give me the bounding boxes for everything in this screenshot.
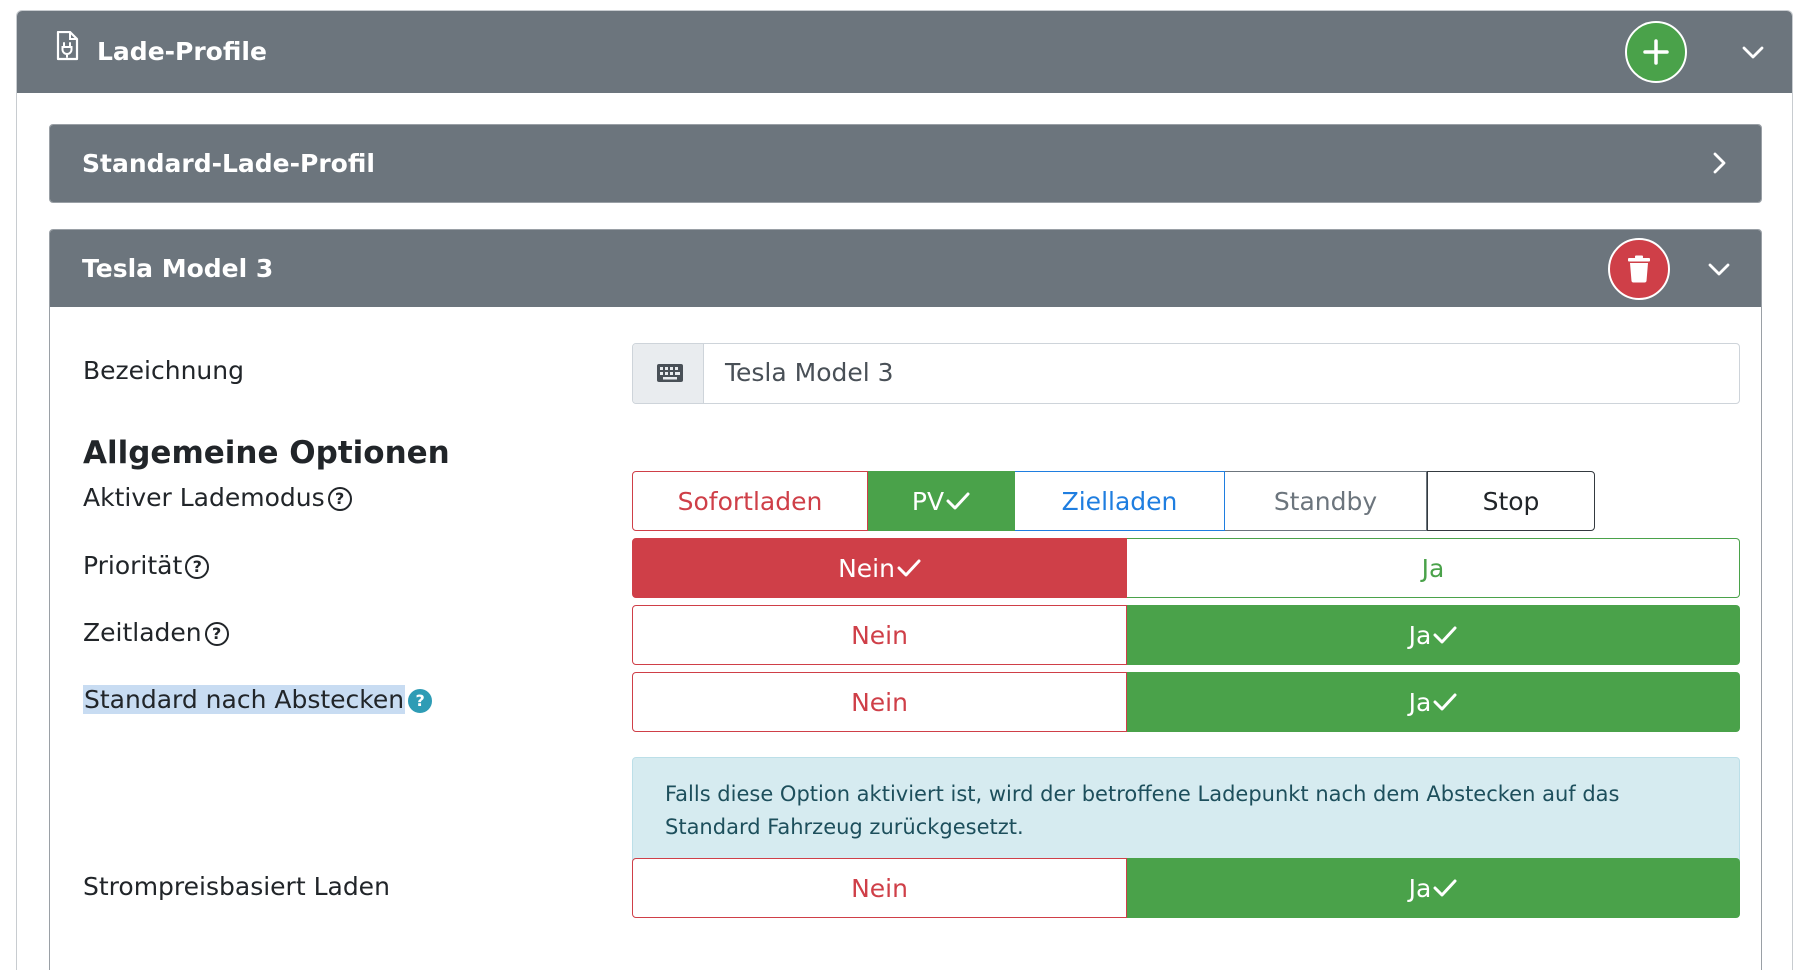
strompreis-ja-button[interactable]: Ja: [1127, 858, 1740, 918]
plus-icon: [1643, 39, 1669, 65]
bezeichnung-addon: [633, 344, 704, 403]
lademodus-standby-button[interactable]: Standby: [1225, 471, 1427, 531]
prioritaet-button-group: Nein Ja: [632, 538, 1740, 598]
strompreis-nein-button[interactable]: Nein: [632, 858, 1127, 918]
lademodus-sofortladen-label: Sofortladen: [677, 486, 823, 516]
lademodus-stop-button[interactable]: Stop: [1427, 471, 1595, 531]
lademodus-standby-label: Standby: [1273, 486, 1378, 516]
chevron-right-icon[interactable]: [1707, 151, 1731, 175]
strompreis-label: Strompreisbasiert Laden: [83, 872, 390, 901]
lademodus-pv-label: PV: [911, 486, 945, 516]
checkmark-icon: [897, 559, 921, 577]
checkmark-icon: [1433, 626, 1457, 644]
standard-nach-abstecken-ja-button[interactable]: Ja: [1127, 672, 1740, 732]
bezeichnung-input[interactable]: Tesla Model 3: [725, 358, 894, 387]
strompreis-nein-label: Nein: [851, 873, 908, 903]
help-icon[interactable]: ?: [408, 689, 433, 713]
chevron-down-icon[interactable]: [1741, 40, 1765, 64]
help-icon[interactable]: ?: [204, 622, 229, 646]
prioritaet-ja-label: Ja: [1421, 553, 1445, 583]
lademodus-pv-button[interactable]: PV: [868, 471, 1015, 531]
prioritaet-label-text: Priorität: [83, 551, 183, 580]
lademodus-button-group: Sofortladen PV Zielladen Standby Stop: [632, 471, 1740, 531]
delete-profile-button[interactable]: [1608, 238, 1670, 300]
profile-card-standard-title: Standard-Lade-Profil: [82, 149, 375, 178]
zeitladen-label: Zeitladen?: [83, 618, 229, 647]
charging-profile-document-icon: [56, 31, 79, 61]
zeitladen-ja-label: Ja: [1408, 620, 1432, 650]
prioritaet-label: Priorität?: [83, 551, 210, 580]
profile-card-tesla-header[interactable]: Tesla Model 3: [50, 230, 1761, 307]
keyboard-icon: [657, 364, 683, 382]
standard-nach-abstecken-label: Standard nach Abstecken?: [83, 685, 433, 714]
lademodus-label-text: Aktiver Lademodus: [83, 483, 325, 512]
strompreis-button-group: Nein Ja: [632, 858, 1740, 918]
bezeichnung-label: Bezeichnung: [83, 356, 244, 385]
profile-card-tesla-title: Tesla Model 3: [82, 254, 274, 283]
trash-icon: [1628, 255, 1650, 283]
lademodus-label: Aktiver Lademodus?: [83, 483, 352, 512]
profile-card-tesla: Tesla Model 3 Bezeichnung Tesla Model 3 …: [49, 229, 1762, 970]
bezeichnung-field[interactable]: Tesla Model 3: [632, 343, 1740, 404]
zeitladen-button-group: Nein Ja: [632, 605, 1740, 665]
prioritaet-nein-button[interactable]: Nein: [632, 538, 1127, 598]
strompreis-ja-label: Ja: [1408, 873, 1432, 903]
charging-profiles-header[interactable]: Lade-Profile: [17, 11, 1792, 93]
standard-nach-abstecken-label-text: Standard nach Abstecken: [83, 685, 406, 714]
section-title-allgemeine-optionen: Allgemeine Optionen: [83, 435, 450, 471]
prioritaet-ja-button[interactable]: Ja: [1127, 538, 1740, 598]
lademodus-zielladen-label: Zielladen: [1061, 486, 1178, 516]
checkmark-icon: [1433, 879, 1457, 897]
zeitladen-nein-button[interactable]: Nein: [632, 605, 1127, 665]
profile-card-standard: Standard-Lade-Profil: [49, 124, 1762, 203]
checkmark-icon: [946, 492, 970, 510]
profile-card-standard-header[interactable]: Standard-Lade-Profil: [50, 125, 1761, 202]
help-icon[interactable]: ?: [327, 487, 352, 511]
lademodus-sofortladen-button[interactable]: Sofortladen: [632, 471, 868, 531]
charging-profiles-title: Lade-Profile: [97, 37, 267, 66]
prioritaet-nein-label: Nein: [838, 553, 895, 583]
standard-nach-abstecken-nein-button[interactable]: Nein: [632, 672, 1127, 732]
help-icon[interactable]: ?: [185, 555, 210, 579]
zeitladen-ja-button[interactable]: Ja: [1127, 605, 1740, 665]
add-profile-button[interactable]: [1625, 21, 1687, 83]
lademodus-zielladen-button[interactable]: Zielladen: [1015, 471, 1225, 531]
lademodus-stop-label: Stop: [1482, 486, 1540, 516]
standard-nach-abstecken-button-group: Nein Ja: [632, 672, 1740, 732]
zeitladen-nein-label: Nein: [851, 620, 908, 650]
standard-nach-abstecken-nein-label: Nein: [851, 687, 908, 717]
chevron-down-icon[interactable]: [1707, 257, 1731, 281]
standard-nach-abstecken-ja-label: Ja: [1408, 687, 1432, 717]
zeitladen-label-text: Zeitladen: [83, 618, 202, 647]
checkmark-icon: [1433, 693, 1457, 711]
standard-nach-abstecken-info: Falls diese Option aktiviert ist, wird d…: [632, 757, 1740, 864]
charging-profiles-panel: Lade-Profile Standard-Lade-Profil Tesla …: [16, 10, 1793, 970]
